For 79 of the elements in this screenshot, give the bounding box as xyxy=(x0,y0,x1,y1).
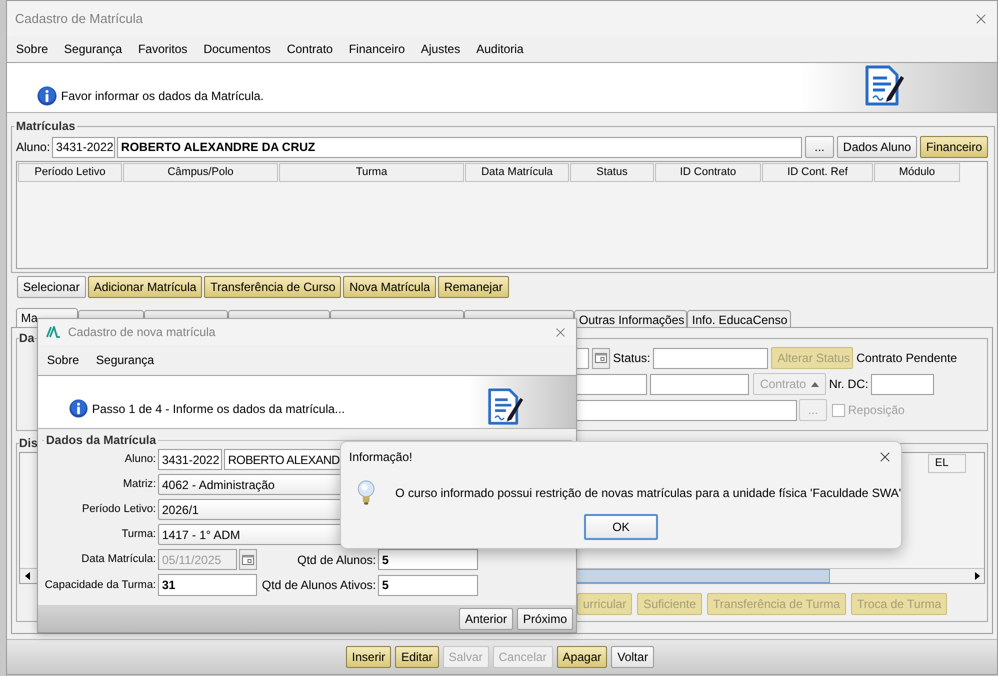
action-button[interactable]: Dados Aluno xyxy=(837,136,918,158)
dialog-message: O curso informado possui restrição de novas matrículas para a unidade física 'Faculdade SWA' xyxy=(395,485,901,502)
column-header: Status xyxy=(570,163,654,182)
student-code-field[interactable]: 3431-2022 xyxy=(52,136,116,158)
checkbox-label: Reposição xyxy=(848,402,905,419)
menu-item[interactable]: Sobre xyxy=(16,40,48,58)
menu-item[interactable]: Segurança xyxy=(64,40,122,58)
footer-button[interactable]: Apagar xyxy=(556,646,608,668)
group-title: Da xyxy=(19,330,34,347)
student-name-field[interactable]: ROBERTO ALEXANDRE DA CRUZ xyxy=(117,136,802,158)
action-button[interactable]: Remanejar xyxy=(438,276,509,298)
info-icon xyxy=(69,399,88,418)
column-header: Período Letivo xyxy=(18,163,122,182)
tab[interactable]: Info. EducaCenso xyxy=(687,310,791,327)
action-button[interactable]: Financeiro xyxy=(920,136,988,158)
window-title: Cadastro de Matrícula xyxy=(15,10,143,28)
field-label: Turma: xyxy=(120,527,156,542)
capacity-field[interactable]: 31 xyxy=(158,574,257,596)
field-label: Status: xyxy=(613,350,650,367)
browse-button[interactable]: ... xyxy=(805,136,834,158)
field-label: Período Letivo: xyxy=(81,502,156,518)
group-title: Dados da Matrícula xyxy=(45,432,158,449)
tab[interactable]: Outras Informações xyxy=(574,310,687,327)
field-label: Aluno: xyxy=(16,139,50,156)
calendar-button[interactable] xyxy=(592,348,610,368)
document-pen-icon xyxy=(863,64,905,108)
status-field[interactable] xyxy=(653,348,768,368)
footer-button[interactable]: Inserir xyxy=(346,646,392,668)
field-label: Matriz: xyxy=(122,477,156,492)
document-pen-icon xyxy=(486,387,524,427)
field-label: Qtd de Alunos Ativos: xyxy=(260,577,376,594)
column-header: ID Contrato xyxy=(655,163,761,182)
menu-item[interactable]: Favoritos xyxy=(138,40,188,58)
footer-button[interactable]: Editar xyxy=(395,646,439,668)
column-header: Câmpus/Polo xyxy=(123,163,278,182)
info-icon xyxy=(37,86,57,106)
menu-item[interactable]: Documentos xyxy=(203,40,271,58)
calendar-icon xyxy=(595,353,607,363)
field-label: Capacidade da Turma: xyxy=(44,578,156,593)
menu-item[interactable]: Financeiro xyxy=(348,40,405,58)
action-button[interactable]: Selecionar xyxy=(17,276,86,298)
column-header: Módulo xyxy=(874,163,960,182)
app-logo-icon xyxy=(46,326,60,338)
column-header: Data Matrícula xyxy=(465,163,569,182)
field-label: Aluno: xyxy=(124,452,156,468)
dc-number-field[interactable] xyxy=(871,374,934,394)
column-header: EL xyxy=(928,454,966,473)
menu-item[interactable]: Ajustes xyxy=(420,40,460,58)
active-students-field[interactable]: 5 xyxy=(378,574,478,596)
wizard-button[interactable]: Próximo xyxy=(516,608,573,630)
student-count-field[interactable]: 5 xyxy=(378,549,478,570)
field-label: Qtd de Alunos: xyxy=(296,552,376,568)
group-title: Dis xyxy=(19,435,38,452)
caret-up-icon xyxy=(811,382,820,386)
contract-status: Contrato Pendente xyxy=(856,350,958,367)
action-button[interactable]: Nova Matrícula xyxy=(343,276,436,298)
calendar-button[interactable] xyxy=(239,549,257,570)
footer-button[interactable]: Voltar xyxy=(611,646,654,668)
wizard-button[interactable]: Anterior xyxy=(458,608,513,630)
ok-button[interactable]: OK xyxy=(584,514,658,540)
info-message: Favor informar os dados da Matrícula. xyxy=(61,88,264,105)
window-title: Cadastro de nova matrícula xyxy=(68,324,216,341)
action-button[interactable]: Adicionar Matrícula xyxy=(88,276,202,298)
menu-item[interactable]: Auditoria xyxy=(476,40,524,58)
student-name-field[interactable]: ROBERTO ALEXAND xyxy=(224,449,340,470)
column-header: ID Cont. Ref xyxy=(762,163,873,182)
menu-item[interactable]: Contrato xyxy=(286,40,333,58)
student-code-field[interactable]: 3431-2022 xyxy=(158,449,222,470)
action-button[interactable]: Transferência de Curso xyxy=(204,276,342,298)
menu-item[interactable]: Sobre xyxy=(47,351,80,369)
column-header: Turma xyxy=(279,163,464,182)
group-title: Matrículas xyxy=(15,118,76,135)
calendar-icon xyxy=(242,554,254,564)
field-label: Nr. DC: xyxy=(829,376,868,393)
field-label: Data Matrícula: xyxy=(80,552,156,568)
dialog-title: Informação! xyxy=(349,449,412,466)
menu-item[interactable]: Segurança xyxy=(96,351,154,369)
info-message: Passo 1 de 4 - Informe os dados da matrícula... xyxy=(92,400,345,418)
text-field[interactable] xyxy=(650,374,749,394)
